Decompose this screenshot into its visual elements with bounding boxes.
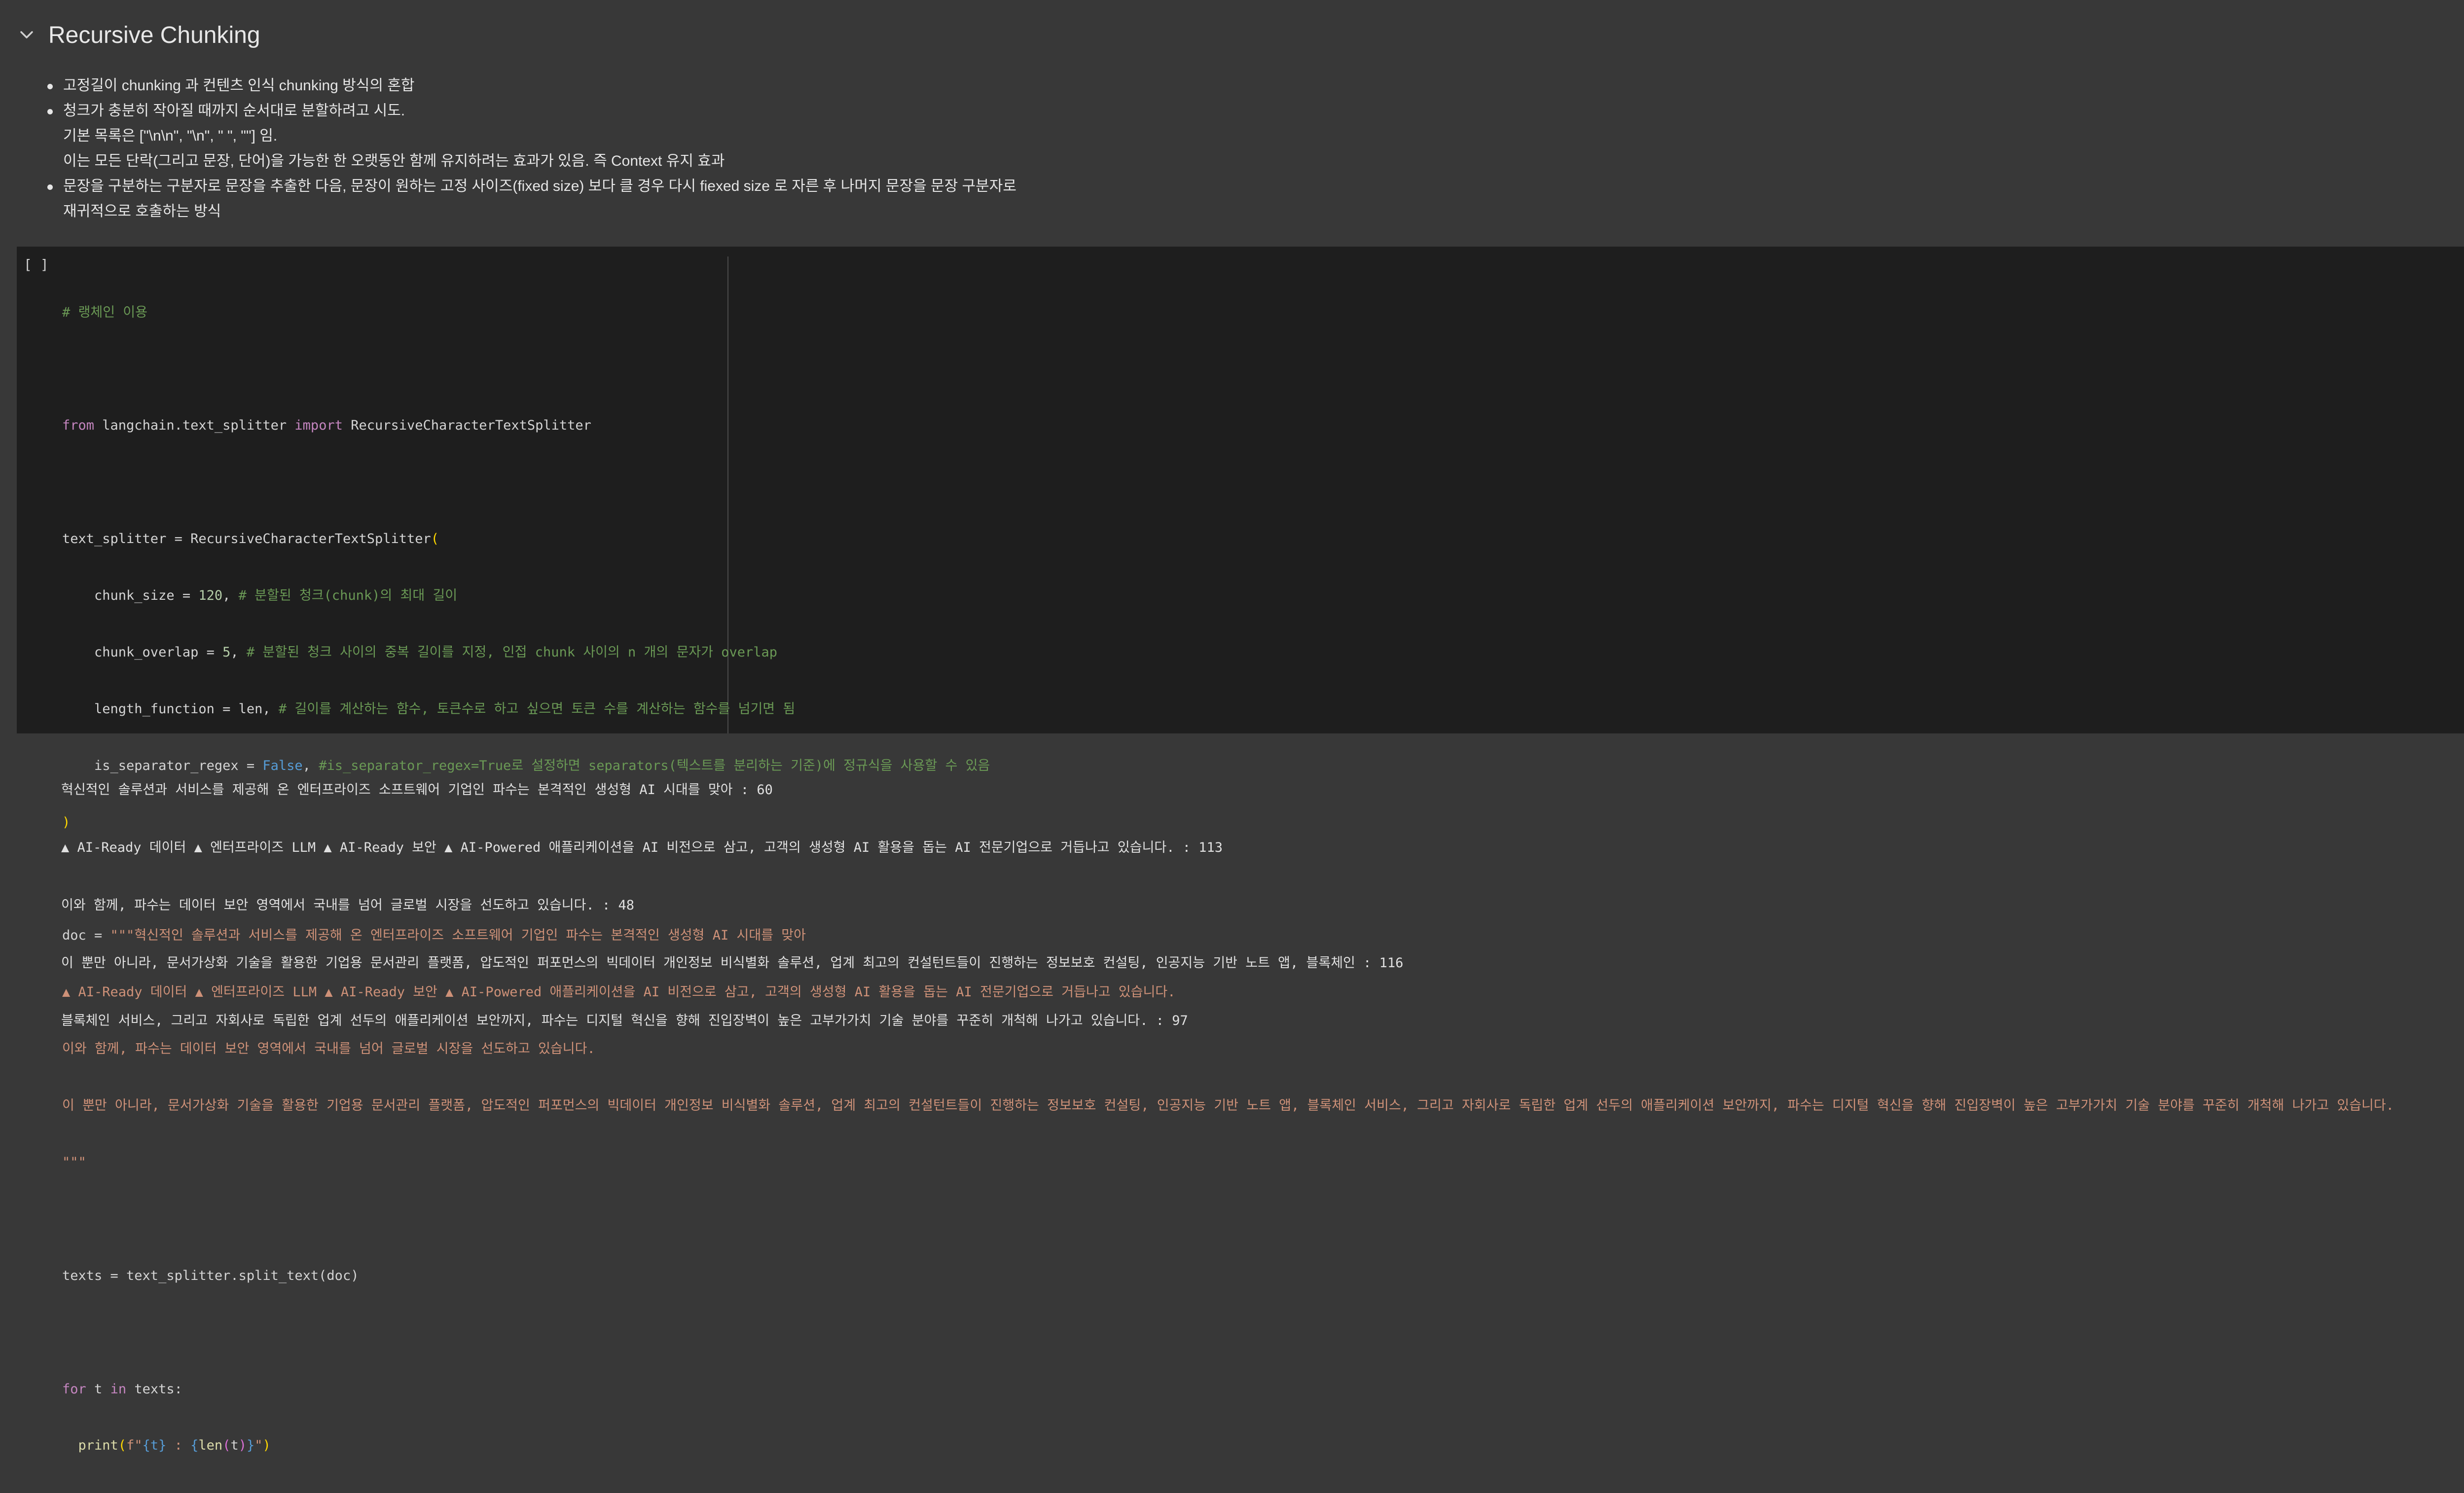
code-comment: # 분할된 청크(chunk)의 최대 길이: [238, 588, 458, 604]
code-line: # 랭체인 이용: [62, 303, 2394, 322]
code-text: len: [238, 701, 263, 717]
code-text: text_splitter = RecursiveCharacterTextSp…: [62, 531, 431, 547]
code-comment: # 분할된 청크 사이의 중복 길이를 지정, 인접 chunk 사이의 n 개…: [246, 644, 778, 660]
code-text: chunk_overlap =: [62, 644, 223, 660]
code-text: RecursiveCharacterTextSplitter: [342, 418, 591, 434]
cell-output: 혁신적인 솔루션과 서비스를 제공해 온 엔터프라이즈 소프트웨어 기업인 파수…: [61, 742, 1403, 1050]
code-text: length_function =: [62, 701, 239, 717]
code-text: texts:: [126, 1381, 182, 1397]
output-line: 이와 함께, 파수는 데이터 보안 영역에서 국내를 넘어 글로벌 시장을 선도…: [61, 898, 634, 913]
code-keyword: in: [110, 1381, 127, 1397]
code-text: t: [86, 1381, 110, 1397]
code-keyword: for: [62, 1381, 86, 1397]
code-string: f": [126, 1438, 143, 1454]
code-line: texts = text_splitter.split_text(doc): [62, 1267, 2394, 1285]
code-line: chunk_size = 120, # 분할된 청크(chunk)의 최대 길이: [62, 588, 458, 604]
code-cell[interactable]: [ ] # 랭체인 이용 from langchain.text_splitte…: [17, 247, 2464, 1453]
code-fstring-expr: {t}: [142, 1438, 167, 1454]
code-line: length_function = len, # 길이를 계산하는 함수, 토큰…: [62, 701, 796, 717]
bullet-text: 이는 모든 단락(그리고 문장, 단어)을 가능한 한 오랫동안 함께 유지하려…: [63, 153, 725, 169]
section-header[interactable]: Recursive Chunking: [17, 18, 260, 52]
section-title: Recursive Chunking: [48, 22, 260, 48]
code-line: from langchain.text_splitter import Recu…: [62, 416, 2394, 435]
code-line: """: [62, 1153, 2394, 1172]
bullet-text: 재귀적으로 호출하는 방식: [63, 203, 221, 219]
bullet-item: 문장을 구분하는 구분자로 문장을 추출한 다음, 문장이 원하는 고정 사이즈…: [47, 174, 1016, 224]
code-comment: # 길이를 계산하는 함수, 토큰수로 하고 싶으면 토큰 수를 계산하는 함수…: [278, 701, 796, 717]
chevron-down-icon[interactable]: [17, 25, 36, 45]
code-line: 이 뿐만 아니라, 문서가상화 기술을 활용한 기업용 문서관리 플랫폼, 압도…: [62, 1096, 2394, 1115]
code-string: :: [166, 1438, 191, 1454]
output-line: 혁신적인 솔루션과 서비스를 제공해 온 엔터프라이즈 소프트웨어 기업인 파수…: [61, 782, 773, 798]
code-string: ": [254, 1438, 263, 1454]
bullet-text: 청크가 충분히 작아질 때까지 순서대로 분할하려고 시도.: [63, 103, 405, 119]
code-keyword: import: [294, 418, 343, 434]
bullet-text: 고정길이 chunking 과 컨텐츠 인식 chunking 방식의 혼합: [63, 77, 415, 94]
code-number: 120: [198, 588, 223, 604]
code-string: 이 뿐만 아니라, 문서가상화 기술을 활용한 기업용 문서관리 플랫폼, 압도…: [62, 1098, 2394, 1114]
run-cell-button[interactable]: [ ]: [24, 256, 49, 273]
code-line: for t in texts:: [62, 1380, 2394, 1399]
output-line: ▲ AI-Ready 데이터 ▲ 엔터프라이즈 LLM ▲ AI-Ready 보…: [61, 840, 1223, 855]
code-text: t: [230, 1438, 239, 1454]
bullet-text: 기본 목록은 ["\n\n", "\n", " ", ""] 임.: [63, 128, 278, 144]
output-line: 이 뿐만 아니라, 문서가상화 기술을 활용한 기업용 문서관리 플랫폼, 압도…: [61, 955, 1404, 971]
code-keyword: from: [62, 418, 95, 434]
code-line: text_splitter = RecursiveCharacterTextSp…: [62, 531, 439, 547]
code-comment: # 랭체인 이용: [62, 304, 147, 320]
bullet-list: 고정길이 chunking 과 컨텐츠 인식 chunking 방식의 혼합 청…: [47, 73, 1016, 224]
markdown-cell: Recursive Chunking 고정길이 chunking 과 컨텐츠 인…: [0, 0, 2464, 247]
code-text: texts = text_splitter.split_text(doc): [62, 1268, 359, 1283]
bullet-text: 문장을 구분하는 구분자로 문장을 추출한 다음, 문장이 원하는 고정 사이즈…: [63, 178, 1016, 194]
code-string: """: [62, 1154, 86, 1170]
bullet-item: 청크가 충분히 작아질 때까지 순서대로 분할하려고 시도. 기본 목록은 ["…: [47, 98, 1016, 174]
code-line: chunk_overlap = 5, # 분할된 청크 사이의 중복 길이를 지…: [62, 644, 778, 660]
bullet-item: 고정길이 chunking 과 컨텐츠 인식 chunking 방식의 혼합: [47, 73, 1016, 98]
code-builtin: len: [198, 1438, 223, 1454]
code-builtin: print: [62, 1438, 118, 1454]
code-text: chunk_size =: [62, 588, 199, 604]
code-text: langchain.text_splitter: [94, 418, 295, 434]
output-line: 블록체인 서비스, 그리고 자회사로 독립한 업계 선두의 애플리케이션 보안까…: [61, 1013, 1188, 1028]
code-number: 5: [222, 644, 231, 660]
code-line: print(f"{t} : {len(t)}"): [62, 1438, 271, 1454]
